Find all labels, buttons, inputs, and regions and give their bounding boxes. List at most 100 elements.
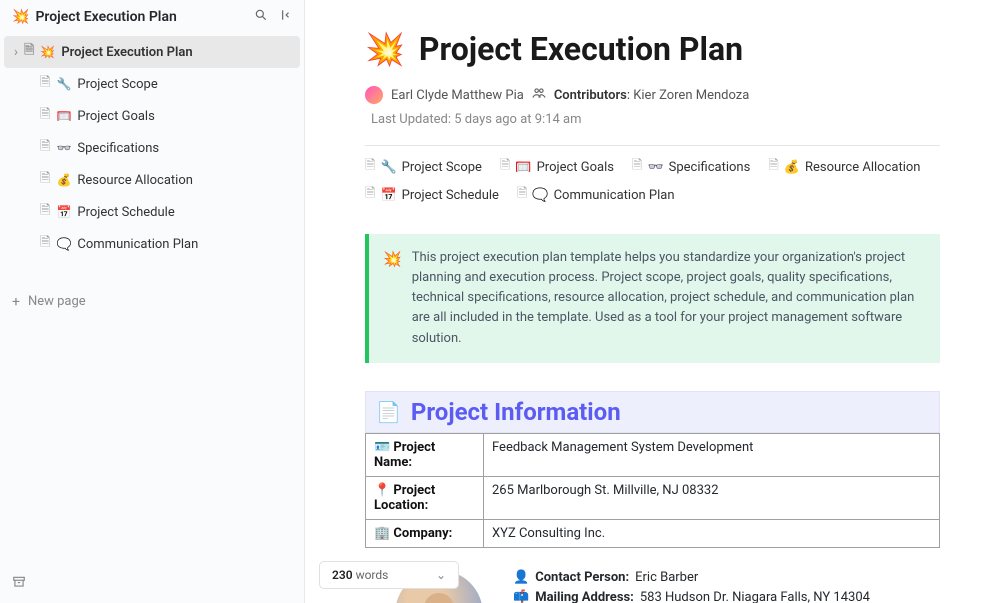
contact-line: 📫 Mailing Address: 583 Hudson Dr. Niagara… (513, 590, 870, 603)
sidebar-item[interactable]: ›🗎💥Project Execution Plan (4, 36, 300, 68)
subpage-label: Project Goals (537, 160, 614, 175)
callout: 💥 This project execution plan template h… (365, 234, 940, 363)
word-count-number: 230 (332, 568, 353, 582)
collision-icon: 💥 (365, 30, 405, 68)
sidebar-item[interactable]: 🗎 🗨️ Communication Plan (4, 228, 300, 260)
subpage-emoji-icon: 📅 (380, 188, 396, 203)
subpage-emoji-icon: 🗨️ (532, 188, 548, 203)
project-info-table: 🪪 Project Name:Feedback Management Syste… (365, 433, 940, 548)
document-icon: 🗎 (40, 137, 50, 159)
table-row: 📍 Project Location:265 Marlborough St. M… (366, 476, 940, 519)
sidebar-item-label: Project Goals (77, 109, 154, 124)
table-value-cell: 265 Marlborough St. Millville, NJ 08332 (484, 476, 940, 519)
subpage-label: Resource Allocation (805, 160, 921, 175)
document-icon: 🗎 (632, 156, 642, 178)
chevron-right-icon[interactable]: › (14, 45, 18, 60)
sidebar-item-label: Project Schedule (77, 205, 174, 220)
contributors-value: Kier Zoren Mendoza (633, 88, 749, 103)
subpage-emoji-icon: 👓 (647, 160, 663, 175)
author-name: Earl Clyde Matthew Pia (391, 88, 524, 103)
page-title: Project Execution Plan (419, 30, 743, 68)
table-row: 🪪 Project Name:Feedback Management Syste… (366, 433, 940, 476)
callout-text: This project execution plan template hel… (412, 248, 926, 349)
sidebar-footer (0, 565, 304, 603)
sidebar-item[interactable]: 🗎📅Project Schedule (4, 196, 300, 228)
new-page-label: New page (28, 294, 86, 309)
word-count-label: words (356, 568, 389, 582)
document-icon: 🗎 (517, 184, 527, 206)
subpage-link[interactable]: 🗎🔧Project Scope (365, 156, 482, 178)
section-heading: 📄 Project Information (365, 391, 940, 433)
sidebar-title-text: Project Execution Plan (35, 9, 176, 25)
contributors-label: Contributors (554, 88, 627, 103)
table-value-cell: Feedback Management System Development (484, 433, 940, 476)
item-emoji-icon: 🔧 (56, 77, 71, 91)
contact-field-icon: 📫 (513, 590, 529, 603)
table-value-cell: XYZ Consulting Inc. (484, 519, 940, 547)
divider (365, 145, 940, 146)
document-icon: 🗎 (40, 105, 50, 127)
item-emoji-icon: 📅 (56, 205, 71, 219)
new-page-button[interactable]: + New page (0, 286, 304, 318)
sidebar: 💥 Project Execution Plan › 🗎 💥 Project Exec… (0, 0, 305, 603)
document-icon: 🗎 (24, 41, 34, 63)
archive-icon[interactable] (12, 577, 26, 593)
item-emoji-icon: 🥅 (56, 109, 71, 123)
document-icon: 🗎 (40, 73, 50, 95)
sidebar-item[interactable]: 🗎🔧Project Scope (4, 68, 300, 100)
collision-icon: 💥 (12, 9, 29, 25)
sidebar-item[interactable]: 🗎 👓 Specifications (4, 132, 300, 164)
document-icon: 🗎 (768, 156, 778, 178)
collapse-sidebar-icon[interactable] (278, 8, 292, 26)
last-updated: Last Updated: 5 days ago at 9:14 am (371, 112, 582, 127)
sidebar-item[interactable]: 🗎 💰 Resource Allocation (4, 164, 300, 196)
document-icon: 🗎 (40, 169, 50, 191)
subpage-link[interactable]: 🗎 💰 Resource Allocation (768, 156, 920, 178)
contact-field-icon: 👤 (513, 570, 529, 585)
page-title-row: 💥 Project Execution Plan (365, 30, 940, 68)
sidebar-item-label: Communication Plan (77, 237, 198, 252)
subpages-list: 🗎🔧Project Scope🗎🥅Project Goals🗎👓Specific… (365, 156, 940, 206)
contact-field-value: 583 Hudson Dr. Niagara Falls, NY 14304 (640, 590, 870, 603)
subpage-emoji-icon: 💰 (784, 160, 800, 175)
contact-details: 👤Contact Person: Eric Barber📫Mailing Add… (513, 570, 870, 603)
table-label-cell: 🏢 Company: (366, 519, 484, 547)
sidebar-item-label: Resource Allocation (77, 173, 193, 188)
chevron-down-icon: ⌄ (436, 568, 446, 582)
sidebar-nav: ›🗎💥Project Execution Plan🗎🔧Project Scope… (0, 34, 304, 286)
sidebar-item-label: Specifications (77, 141, 159, 156)
contact-field-value: Eric Barber (635, 570, 698, 585)
subpage-link[interactable]: 🗎 📅 Project Schedule (365, 184, 499, 206)
subpage-link[interactable]: 🗎🗨️Communication Plan (517, 184, 675, 206)
main-content: 💥 Project Execution Plan Earl Clyde Matt… (305, 0, 1000, 603)
document-icon: 📄 (376, 400, 401, 424)
item-emoji-icon: 💰 (56, 173, 71, 187)
item-emoji-icon: 💥 (40, 45, 55, 59)
subpage-link[interactable]: 🗎 👓 Specifications (632, 156, 750, 178)
table-label-cell: 🪪 Project Name: (366, 433, 484, 476)
word-count-toggle[interactable]: 230 words ⌄ (319, 561, 459, 589)
sidebar-title[interactable]: 💥 Project Execution Plan (12, 9, 177, 25)
subpage-link[interactable]: 🗎 🥅 Project Goals (500, 156, 614, 178)
subpage-label: Specifications (669, 160, 751, 175)
item-emoji-icon: 🗨️ (56, 237, 71, 251)
page-meta: Earl Clyde Matthew Pia Contributors: Kie… (365, 86, 940, 127)
collision-icon: 💥 (383, 248, 402, 349)
subpage-label: Project Schedule (402, 188, 499, 203)
section-title: Project Information (411, 398, 621, 426)
document-icon: 🗎 (365, 156, 375, 178)
sidebar-header-actions (254, 8, 292, 26)
contact-field-label: Mailing Address: (535, 590, 634, 603)
contributors-icon (532, 86, 546, 104)
document-icon: 🗎 (365, 184, 375, 206)
table-label-cell: 📍 Project Location: (366, 476, 484, 519)
document-icon: 🗎 (40, 233, 50, 255)
item-emoji-icon: 👓 (56, 141, 71, 155)
subpage-label: Project Scope (402, 160, 482, 175)
search-icon[interactable] (254, 8, 268, 26)
subpage-emoji-icon: 🥅 (515, 160, 531, 175)
plus-icon: + (12, 294, 20, 310)
table-row: 🏢 Company:XYZ Consulting Inc. (366, 519, 940, 547)
document-icon: 🗎 (500, 156, 510, 178)
sidebar-item[interactable]: 🗎 🥅 Project Goals (4, 100, 300, 132)
